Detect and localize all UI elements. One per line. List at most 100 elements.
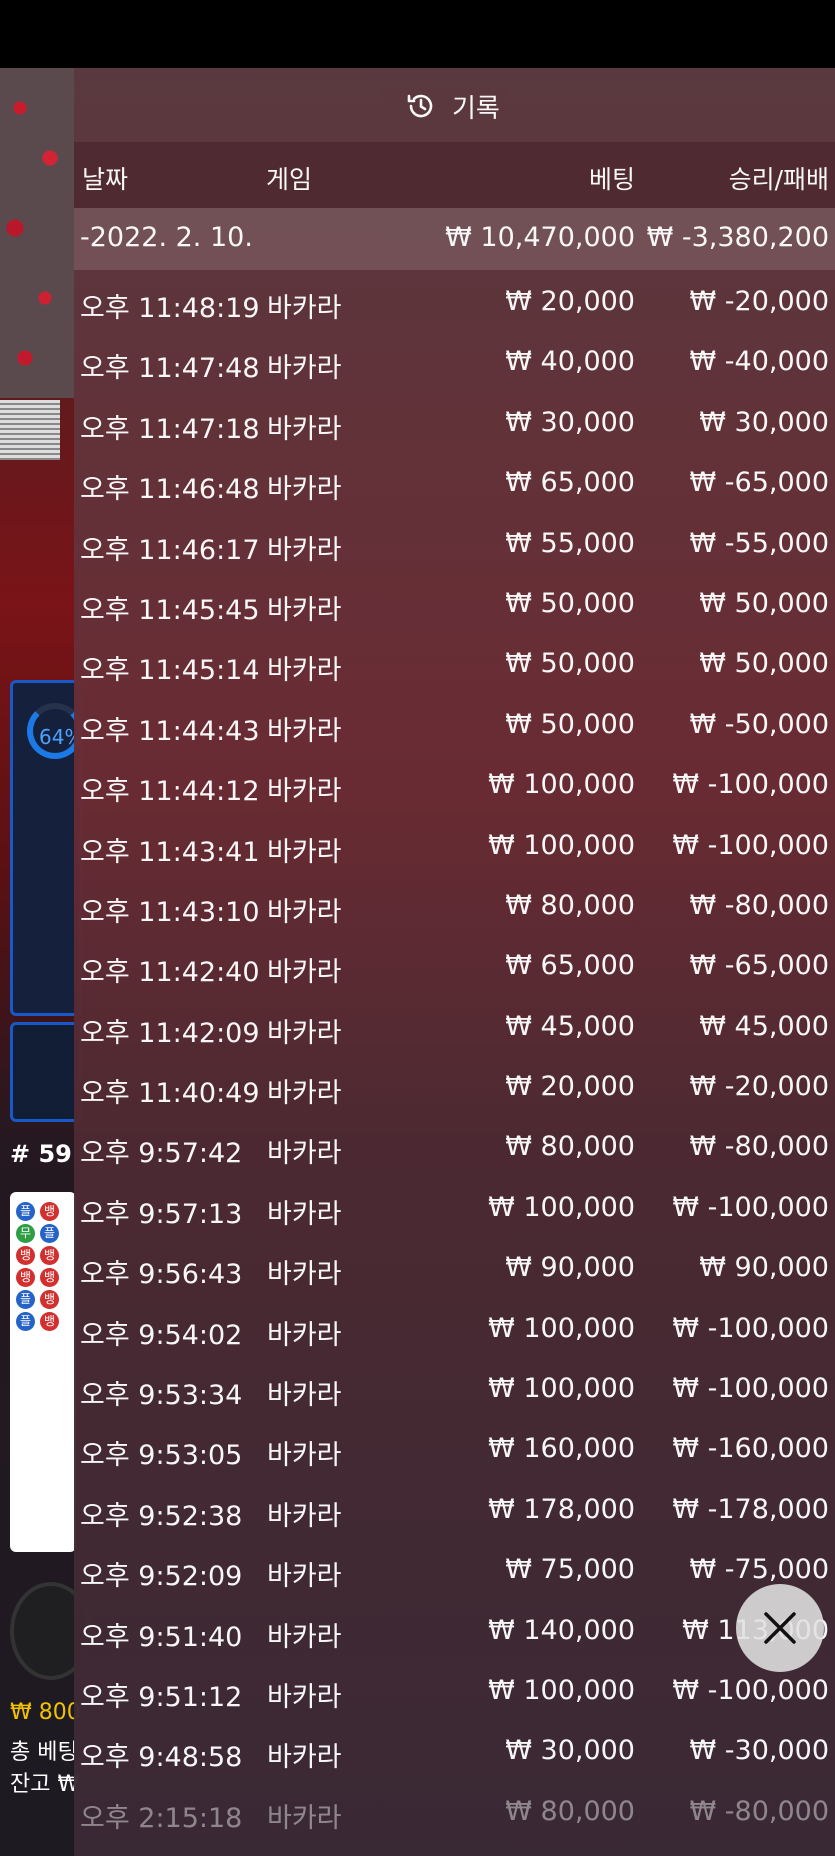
row-result: ₩ -20,000 — [689, 286, 830, 317]
history-row[interactable]: 오후 11:43:10 바카라 ₩ 80,000 ₩ -80,000 — [74, 876, 835, 936]
row-result: ₩ -20,000 — [689, 1071, 830, 1103]
row-bet: ₩ 100,000 — [488, 769, 635, 801]
row-game: 바카라 — [267, 1440, 342, 1472]
row-result: ₩ -55,000 — [689, 527, 830, 559]
row-time: 오후 2:15:18 — [80, 1802, 243, 1834]
row-time: 오후 11:47:48 — [80, 353, 260, 385]
close-icon — [764, 1612, 796, 1644]
row-time: 오후 11:48:19 — [80, 293, 260, 324]
row-game: 바카라 — [267, 1380, 342, 1412]
history-row[interactable]: 오후 11:43:41 바카라 ₩ 100,000 ₩ -100,000 — [74, 816, 835, 876]
history-row[interactable]: 오후 11:42:09 바카라 ₩ 45,000 ₩ 45,000 — [74, 997, 835, 1057]
card-shoe-image — [0, 400, 60, 460]
row-result: ₩ -40,000 — [689, 346, 830, 378]
row-time: 오후 11:40:49 — [80, 1078, 260, 1110]
row-bet: ₩ 50,000 — [505, 648, 635, 680]
row-result: ₩ -100,000 — [672, 1674, 829, 1706]
row-bet: ₩ 80,000 — [505, 889, 635, 921]
row-time: 오후 9:51:12 — [80, 1681, 243, 1713]
row-time: 오후 11:44:43 — [80, 715, 260, 747]
row-bet: ₩ 75,000 — [505, 1554, 635, 1586]
dealer-table-image — [0, 68, 74, 398]
row-time: 오후 11:46:48 — [80, 474, 260, 506]
row-game: 바카라 — [267, 1802, 342, 1834]
row-bet: ₩ 65,000 — [505, 950, 635, 982]
bead-road: 플 뱅 무 플 뱅 뱅 뱅 뱅 플 뱅 플 뱅 — [10, 1192, 76, 1552]
row-bet: ₩ 100,000 — [488, 829, 635, 861]
row-time: 오후 11:42:09 — [80, 1017, 260, 1049]
row-time: 오후 11:47:18 — [80, 413, 260, 445]
history-row[interactable]: 오후 2:15:18 바카라 ₩ 80,000 ₩ -80,000 — [74, 1782, 835, 1842]
history-row[interactable]: 오후 11:47:48 바카라 ₩ 40,000 ₩ -40,000 — [74, 332, 835, 392]
history-row[interactable]: 오후 11:44:43 바카라 ₩ 50,000 ₩ -50,000 — [74, 695, 835, 755]
summary-date: -2022. 2. 10. — [80, 222, 253, 253]
history-row[interactable]: 오후 11:46:17 바카라 ₩ 55,000 ₩ -55,000 — [74, 514, 835, 574]
history-row[interactable]: 오후 11:47:18 바카라 ₩ 30,000 ₩ 30,000 — [74, 393, 835, 453]
row-bet: ₩ 160,000 — [488, 1433, 635, 1465]
row-result: ₩ 50,000 — [699, 648, 829, 680]
summary-bet: ₩ 10,470,000 — [445, 222, 635, 253]
row-game: 바카라 — [267, 1198, 342, 1230]
row-game: 바카라 — [267, 776, 342, 808]
row-game: 바카라 — [267, 293, 342, 324]
row-bet: ₩ 140,000 — [488, 1614, 635, 1646]
row-game: 바카라 — [267, 1138, 342, 1170]
history-row[interactable]: 오후 9:52:38 바카라 ₩ 178,000 ₩ -178,000 — [74, 1480, 835, 1540]
row-time: 오후 9:53:05 — [80, 1440, 243, 1472]
date-summary-row[interactable]: -2022. 2. 10. ₩ 10,470,000 ₩ -3,380,200 — [74, 208, 835, 270]
row-time: 오후 9:57:13 — [80, 1198, 243, 1230]
row-result: ₩ 90,000 — [699, 1252, 829, 1284]
history-row[interactable]: 오후 9:57:42 바카라 ₩ 80,000 ₩ -80,000 — [74, 1117, 835, 1177]
row-result: ₩ -65,000 — [689, 467, 830, 499]
history-panel: 기록 날짜 게임 베팅 승리/패배 -2022. 2. 10. ₩ 10,470… — [74, 68, 835, 1856]
history-row[interactable]: 오후 9:54:02 바카라 ₩ 100,000 ₩ -100,000 — [74, 1299, 835, 1359]
total-bet-label: 총 베팅 — [10, 1740, 78, 1765]
history-header: 기록 — [74, 68, 835, 142]
row-bet: ₩ 100,000 — [488, 1674, 635, 1706]
history-row[interactable]: 오후 9:56:43 바카라 ₩ 90,000 ₩ 90,000 — [74, 1238, 835, 1298]
close-button[interactable] — [736, 1584, 824, 1672]
row-time: 오후 9:57:42 — [80, 1138, 243, 1170]
bet-area-button[interactable] — [10, 1022, 82, 1122]
history-row[interactable]: 오후 11:42:40 바카라 ₩ 65,000 ₩ -65,000 — [74, 936, 835, 996]
history-row[interactable]: 오후 9:51:40바카라₩ 140,000₩ 113,000 — [74, 1601, 835, 1661]
history-row[interactable]: 오후 11:46:48 바카라 ₩ 65,000 ₩ -65,000 — [74, 453, 835, 513]
row-result: ₩ -80,000 — [689, 1131, 830, 1163]
row-time: 오후 9:54:02 — [80, 1319, 243, 1351]
row-result: ₩ 30,000 — [699, 406, 829, 438]
history-row[interactable]: 오후 9:51:12 바카라 ₩ 100,000 ₩ -100,000 — [74, 1661, 835, 1721]
row-bet: ₩ 50,000 — [505, 587, 635, 619]
row-game: 바카라 — [267, 1078, 342, 1110]
history-row[interactable]: 오후 9:53:34 바카라 ₩ 100,000 ₩ -100,000 — [74, 1359, 835, 1419]
row-time: 오후 11:42:40 — [80, 957, 260, 989]
row-game: 바카라 — [267, 353, 342, 385]
row-result: ₩ -100,000 — [672, 1191, 829, 1223]
row-bet: ₩ 50,000 — [505, 708, 635, 740]
remain-label: 잔고 ₩ — [10, 1772, 80, 1797]
row-bet: ₩ 100,000 — [488, 1191, 635, 1223]
history-row[interactable]: 오후 11:48:19 바카라 ₩ 20,000 ₩ -20,000 — [74, 272, 835, 332]
col-game: 게임 — [266, 165, 313, 194]
history-row[interactable]: 오후 9:57:13 바카라 ₩ 100,000 ₩ -100,000 — [74, 1178, 835, 1238]
history-row[interactable]: 오후 9:52:09 바카라 ₩ 75,000 ₩ -75,000 — [74, 1540, 835, 1600]
row-game: 바카라 — [267, 1259, 342, 1291]
history-row[interactable]: 오후 9:53:05 바카라 ₩ 160,000 ₩ -160,000 — [74, 1419, 835, 1479]
history-list[interactable]: 오후 11:48:19 바카라 ₩ 20,000 ₩ -20,000 오후 11:47:… — [74, 272, 835, 1842]
history-row[interactable]: 오후 11:45:45 바카라 ₩ 50,000 ₩ 50,000 — [74, 574, 835, 634]
summary-result: ₩ -3,380,200 — [646, 222, 829, 253]
row-result: ₩ -75,000 — [689, 1554, 830, 1586]
player-stat-box[interactable]: 64% — [10, 680, 83, 1016]
history-row[interactable]: 오후 11:40:49 바카라 ₩ 20,000 ₩ -20,000 — [74, 1057, 835, 1117]
col-bet: 베팅 — [588, 165, 635, 194]
row-game: 바카라 — [267, 1500, 342, 1532]
column-headers: 날짜 게임 베팅 승리/패배 — [74, 142, 835, 208]
row-result: ₩ -50,000 — [689, 708, 830, 740]
row-result: ₩ -100,000 — [672, 1312, 829, 1344]
row-time: 오후 9:56:43 — [80, 1259, 243, 1291]
row-game: 바카라 — [267, 1319, 342, 1351]
row-time: 오후 11:45:45 — [80, 594, 260, 626]
history-row[interactable]: 오후 11:44:12 바카라 ₩ 100,000 ₩ -100,000 — [74, 755, 835, 815]
history-row[interactable]: 오후 9:48:58 바카라 ₩ 30,000 ₩ -30,000 — [74, 1721, 835, 1781]
history-row[interactable]: 오후 11:45:14 바카라 ₩ 50,000 ₩ 50,000 — [74, 634, 835, 694]
balance-amount: ₩ 800 — [10, 1700, 81, 1725]
